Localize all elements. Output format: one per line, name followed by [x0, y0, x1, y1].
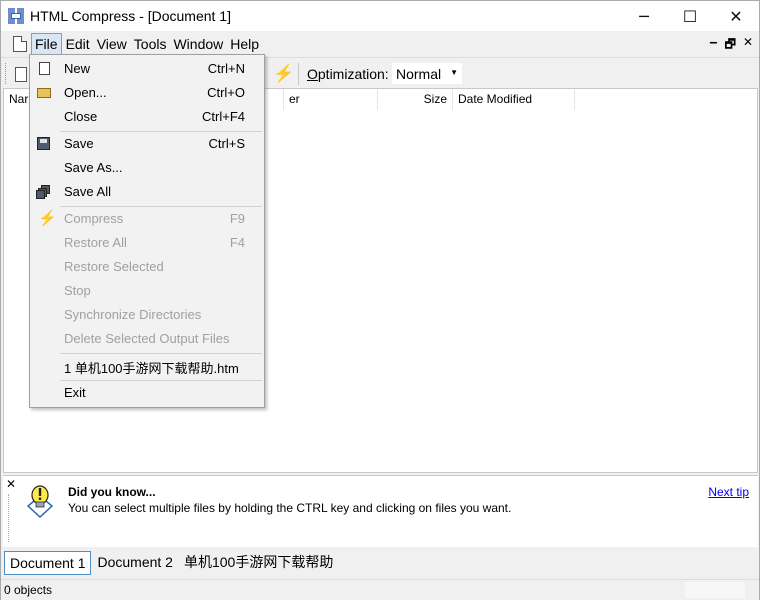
menu-item-stop[interactable]: Stop — [31, 279, 263, 303]
app-icon — [8, 8, 24, 24]
document-tabs: Document 1 Document 2 单机100手游网下载帮助 — [1, 549, 759, 577]
next-tip-link[interactable]: Next tip — [708, 485, 749, 499]
optimization-label: Optimization: — [307, 66, 389, 82]
optimization-value: Normal — [396, 65, 442, 82]
mdi-minimize-button[interactable]: ‒ — [709, 35, 717, 56]
tab-document-2[interactable]: Document 2 — [92, 551, 177, 575]
menu-edit[interactable]: Edit — [63, 33, 93, 55]
file-menu-dropdown: New Ctrl+N Open... Ctrl+O Close Ctrl+F4 … — [29, 54, 265, 408]
close-button[interactable]: ✕ — [713, 1, 759, 31]
mdi-close-button[interactable]: ✕ — [743, 35, 753, 56]
toolbar-separator — [298, 63, 299, 85]
menu-item-save[interactable]: Save Ctrl+S — [31, 132, 263, 156]
menu-item-restore-selected[interactable]: Restore Selected — [31, 255, 263, 279]
title-bar: HTML Compress - [Document 1] ─ ☐ ✕ — [1, 1, 759, 31]
column-header-folder[interactable]: er — [284, 89, 378, 110]
app-window: HTML Compress - [Document 1] ─ ☐ ✕ File … — [0, 0, 760, 600]
menu-item-save-all[interactable]: Save All — [31, 180, 263, 204]
optimization-select[interactable]: Normal ▼ — [391, 62, 463, 85]
maximize-button[interactable]: ☐ — [667, 1, 713, 31]
menu-file[interactable]: File — [31, 32, 62, 55]
toolbar-grip[interactable] — [5, 63, 8, 84]
menu-item-close[interactable]: Close Ctrl+F4 — [31, 105, 263, 129]
menu-view[interactable]: View — [94, 33, 130, 55]
open-folder-icon — [35, 85, 51, 101]
tab-help-document[interactable]: 单机100手游网下载帮助 — [179, 551, 338, 575]
status-panel — [685, 582, 745, 598]
mdi-restore-button[interactable]: 🗗 — [725, 35, 736, 56]
menu-bar: File Edit View Tools Window Help ‒ 🗗 ✕ — [1, 31, 759, 56]
minimize-button[interactable]: ─ — [621, 1, 667, 31]
menu-item-delete-selected-output-files[interactable]: Delete Selected Output Files — [31, 327, 263, 351]
dropdown-arrow-icon: ▼ — [450, 68, 458, 77]
menu-item-new[interactable]: New Ctrl+N — [31, 57, 263, 81]
tip-text: You can select multiple files by holding… — [68, 501, 512, 515]
column-header-date-modified[interactable]: Date Modified — [453, 89, 575, 110]
compress-lightning-icon[interactable]: ⚡ — [273, 64, 294, 84]
document-system-menu-icon[interactable] — [13, 35, 27, 52]
menu-item-compress[interactable]: ⚡ Compress F9 — [31, 207, 263, 231]
menu-item-restore-all[interactable]: Restore All F4 — [31, 231, 263, 255]
save-disk-icon — [35, 136, 51, 152]
new-file-icon[interactable] — [15, 67, 27, 82]
tab-document-1[interactable]: Document 1 — [4, 551, 92, 575]
menu-item-open[interactable]: Open... Ctrl+O — [31, 81, 263, 105]
mdi-controls: ‒ 🗗 ✕ — [709, 35, 753, 56]
menu-help[interactable]: Help — [227, 33, 262, 55]
status-text: 0 objects — [4, 583, 53, 597]
menu-tools[interactable]: Tools — [131, 33, 170, 55]
menu-item-save-as[interactable]: Save As... — [31, 156, 263, 180]
tip-title: Did you know... — [68, 485, 156, 499]
status-bar: 0 objects — [1, 579, 759, 600]
menu-item-recent-file[interactable]: 1 单机100手游网下载帮助.htm — [31, 354, 263, 378]
window-controls: ─ ☐ ✕ — [621, 1, 759, 31]
tip-close-button[interactable]: ✕ — [6, 477, 16, 491]
window-title: HTML Compress - [Document 1] — [30, 8, 231, 24]
menu-window[interactable]: Window — [170, 33, 226, 55]
new-file-icon — [35, 61, 51, 77]
menu-item-exit[interactable]: Exit — [31, 381, 263, 405]
column-header-size[interactable]: Size — [378, 89, 453, 110]
menu-item-synchronize-directories[interactable]: Synchronize Directories — [31, 303, 263, 327]
lightbulb-tip-icon — [27, 485, 53, 518]
lightning-icon: ⚡ — [38, 210, 57, 227]
tip-panel: ✕ Did you know... You can select multipl… — [3, 475, 758, 547]
tip-panel-grip[interactable] — [8, 494, 11, 542]
save-all-icon — [35, 184, 51, 200]
